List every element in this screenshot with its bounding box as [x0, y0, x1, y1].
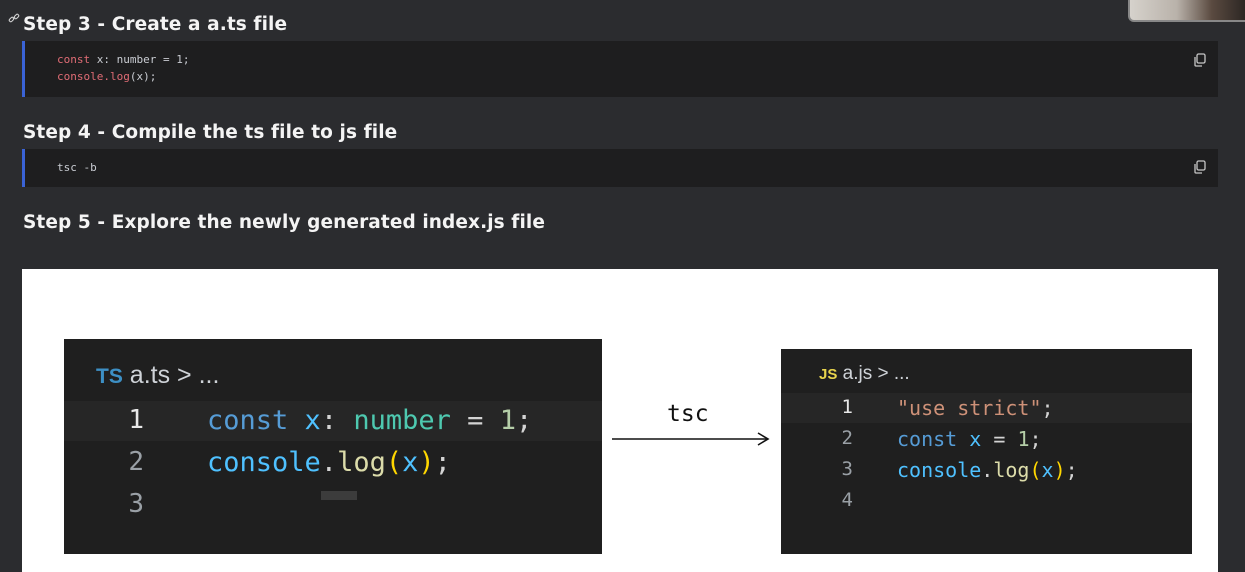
step-5-heading: Step 5 - Explore the newly generated ind… [23, 212, 545, 233]
step-4-code-block: tsc -b [22, 149, 1218, 187]
step-3-code-block: const x: number = 1; console.log(x); [22, 41, 1218, 97]
text-cursor-marker [321, 491, 357, 500]
code-line-3: console.log(x); [897, 458, 1078, 482]
js-editor-panel: JS a.js > ... 1 2 3 4 "use strict"; cons… [781, 349, 1192, 554]
code-line-2: const x = 1; [897, 427, 1042, 451]
step-4-heading: Step 4 - Compile the ts file to js file [23, 122, 398, 143]
line-number: 3 [841, 458, 853, 480]
webcam-overlay [1128, 0, 1245, 22]
code-line-1: "use strict"; [897, 396, 1054, 420]
line-number: 2 [841, 427, 853, 449]
js-file-icon: JS [819, 366, 838, 383]
tsc-compile-diagram: TS a.ts > ... 1 2 3 const x: number = 1;… [22, 269, 1218, 572]
ts-file-icon: TS [96, 365, 123, 388]
ts-editor-panel: TS a.ts > ... 1 2 3 const x: number = 1;… [64, 339, 602, 554]
editor-tab-a-ts: TS a.ts > ... [96, 361, 220, 389]
code-line-1: const x: number = 1; [57, 53, 190, 66]
line-number: 3 [128, 489, 144, 519]
code-line-1: const x: number = 1; [207, 405, 533, 436]
code-line-2: console.log(x); [57, 70, 157, 83]
right-arrow-icon [612, 432, 770, 446]
line-number: 4 [841, 489, 853, 511]
link-icon[interactable] [8, 12, 20, 24]
code-line-1: tsc -b [57, 161, 97, 174]
editor-tab-a-js: JS a.js > ... [819, 363, 910, 384]
code-line-2: console.log(x); [207, 447, 451, 478]
copy-icon[interactable] [1192, 159, 1208, 175]
tsc-arrow-label: tsc [667, 401, 709, 427]
line-number: 1 [841, 396, 853, 418]
copy-icon[interactable] [1192, 52, 1208, 68]
line-number: 1 [128, 405, 144, 435]
line-number: 2 [128, 447, 144, 477]
step-3-heading: Step 3 - Create a a.ts file [23, 14, 288, 35]
